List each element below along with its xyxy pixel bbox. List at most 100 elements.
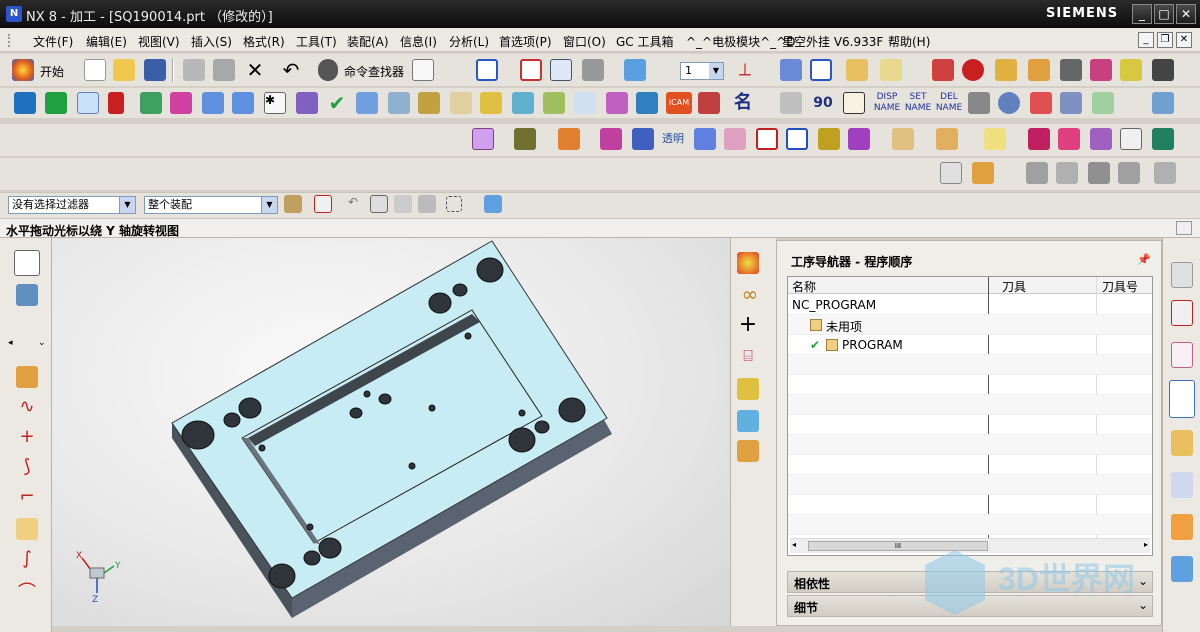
transparency-icon[interactable]: 透明 (662, 128, 684, 150)
column-name[interactable]: 名称 (792, 278, 816, 295)
electrode-icon[interactable] (170, 92, 192, 114)
pin-icon[interactable]: 📌 (1137, 253, 1151, 266)
menu-help[interactable]: 帮助(H) (888, 33, 930, 50)
menu-preferences[interactable]: 首选项(P) (499, 33, 552, 50)
menu-electrode[interactable]: ^_^电极模块^_^D (686, 33, 795, 50)
menu-plugin[interactable]: 星空外挂 V6.933F (782, 33, 883, 50)
ruler-icon[interactable] (880, 59, 902, 81)
tool-ad-icon[interactable] (1090, 128, 1112, 150)
menu-assembly[interactable]: 装配(A) (347, 33, 389, 50)
tool-l-icon[interactable] (636, 92, 658, 114)
highlight-icon[interactable] (962, 59, 984, 81)
zoom-window-icon[interactable] (550, 59, 572, 81)
tool-t-icon[interactable] (694, 128, 716, 150)
save-icon[interactable] (144, 59, 166, 81)
reuse-tab-icon[interactable] (1171, 472, 1193, 498)
print-icon[interactable] (1152, 59, 1174, 81)
cube-outline-icon[interactable] (472, 128, 494, 150)
paste-icon[interactable] (213, 59, 235, 81)
pencil-icon[interactable] (1060, 92, 1082, 114)
solid-icon[interactable] (1060, 59, 1082, 81)
curve-e-icon[interactable]: ⌐ (16, 486, 38, 508)
method-view-icon[interactable] (737, 410, 759, 432)
tool-ab-icon[interactable] (1028, 128, 1050, 150)
curve-f-icon[interactable] (16, 518, 38, 540)
tool-w-icon[interactable] (786, 128, 808, 150)
table-row[interactable]: ✔ PROGRAM (788, 335, 1152, 355)
scroll-left-icon[interactable]: ◂ (8, 338, 13, 348)
part-nav-icon[interactable] (16, 284, 38, 306)
cue-option-icon[interactable] (1176, 221, 1192, 235)
menu-file[interactable]: 文件(F) (33, 33, 73, 50)
tool-i-icon[interactable] (543, 92, 565, 114)
roles-tab-icon[interactable] (1171, 514, 1193, 540)
tool-aa-icon[interactable] (936, 128, 958, 150)
doc-close-button[interactable]: ✕ (1176, 32, 1192, 48)
curve-g-icon[interactable]: ∫ (16, 548, 38, 570)
curve-a-icon[interactable] (16, 366, 38, 388)
close-button[interactable]: ✕ (1176, 4, 1196, 24)
measure-icon[interactable] (846, 59, 868, 81)
filter-tool-a-icon[interactable] (284, 195, 302, 213)
zoom-icon[interactable] (520, 59, 542, 81)
name-button[interactable]: 名 (732, 92, 754, 114)
del-name-button[interactable]: DEL NAME (935, 92, 963, 116)
table-row[interactable]: 未用项 (788, 315, 1152, 335)
tool-j-icon[interactable] (574, 92, 596, 114)
check-icon[interactable]: ✔ (326, 92, 348, 114)
paint-icon[interactable] (1120, 59, 1142, 81)
maximize-button[interactable]: □ (1154, 4, 1174, 24)
menu-insert[interactable]: 插入(S) (191, 33, 232, 50)
tool-view-icon[interactable] (737, 378, 759, 400)
assembly-tab-icon[interactable] (1171, 300, 1193, 326)
inspect-icon[interactable] (140, 92, 162, 114)
curve-d-icon[interactable]: ⟆ (16, 456, 38, 478)
expand-icon[interactable]: ⌄ (38, 338, 46, 348)
curve-c-icon[interactable]: + (16, 426, 38, 448)
menu-analysis[interactable]: 分析(L) (449, 33, 489, 50)
tool-r-icon[interactable] (600, 128, 622, 150)
curve-h-icon[interactable]: ⌒ (16, 578, 38, 603)
arrow-down-icon[interactable] (14, 92, 36, 114)
text-icon[interactable] (984, 128, 1006, 150)
open-folder-icon[interactable] (113, 59, 135, 81)
filter-tool-b-icon[interactable] (314, 195, 332, 213)
menu-info[interactable]: 信息(I) (400, 33, 437, 50)
part-color-icon[interactable] (932, 59, 954, 81)
table-row[interactable]: NC_PROGRAM (788, 295, 1152, 315)
doc-restore-button[interactable]: ❐ (1157, 32, 1173, 48)
tool-e-icon[interactable] (418, 92, 440, 114)
tool-g-icon[interactable] (480, 92, 502, 114)
doc-minimize-button[interactable]: _ (1138, 32, 1154, 48)
display-icon[interactable] (780, 59, 802, 81)
hide-icon[interactable] (995, 59, 1017, 81)
show-icon[interactable] (1028, 59, 1050, 81)
copy-icon[interactable] (183, 59, 205, 81)
tool-al-icon[interactable] (1154, 162, 1176, 184)
tool-ah-icon[interactable] (1026, 162, 1048, 184)
part-list-icon[interactable] (1171, 262, 1193, 288)
menu-gc-toolbox[interactable]: GC 工具箱 (616, 33, 674, 50)
tool-af-icon[interactable] (940, 162, 962, 184)
mirror-icon[interactable] (108, 92, 124, 114)
fit-view-icon[interactable] (476, 59, 498, 81)
machine-tab-icon[interactable] (1171, 430, 1193, 456)
tool-y-icon[interactable] (848, 128, 870, 150)
column-tool[interactable]: 刀具 (1002, 278, 1026, 295)
filter-cube-icon[interactable] (484, 195, 502, 213)
command-finder-button[interactable]: 命令查找器 (344, 63, 404, 80)
menu-tools[interactable]: 工具(T) (296, 33, 337, 50)
selection-scope-select[interactable]: 整个装配 ▼ (144, 196, 278, 214)
sketch-icon[interactable] (412, 59, 434, 81)
curve-b-icon[interactable]: ∿ (16, 396, 38, 418)
geometry-icon[interactable]: ⌸ (737, 346, 759, 368)
tool-ac-icon[interactable] (1058, 128, 1080, 150)
tool-f-icon[interactable] (450, 92, 472, 114)
new-file-icon[interactable] (84, 59, 106, 81)
delete-icon[interactable]: ✕ (244, 59, 266, 81)
operation-nav-tab-icon[interactable] (1169, 380, 1195, 418)
color-swatch-icon[interactable] (514, 128, 536, 150)
plus-icon[interactable]: + (737, 314, 759, 336)
tool-ae-icon[interactable] (1120, 128, 1142, 150)
undo-icon[interactable]: ↶ (280, 59, 302, 81)
